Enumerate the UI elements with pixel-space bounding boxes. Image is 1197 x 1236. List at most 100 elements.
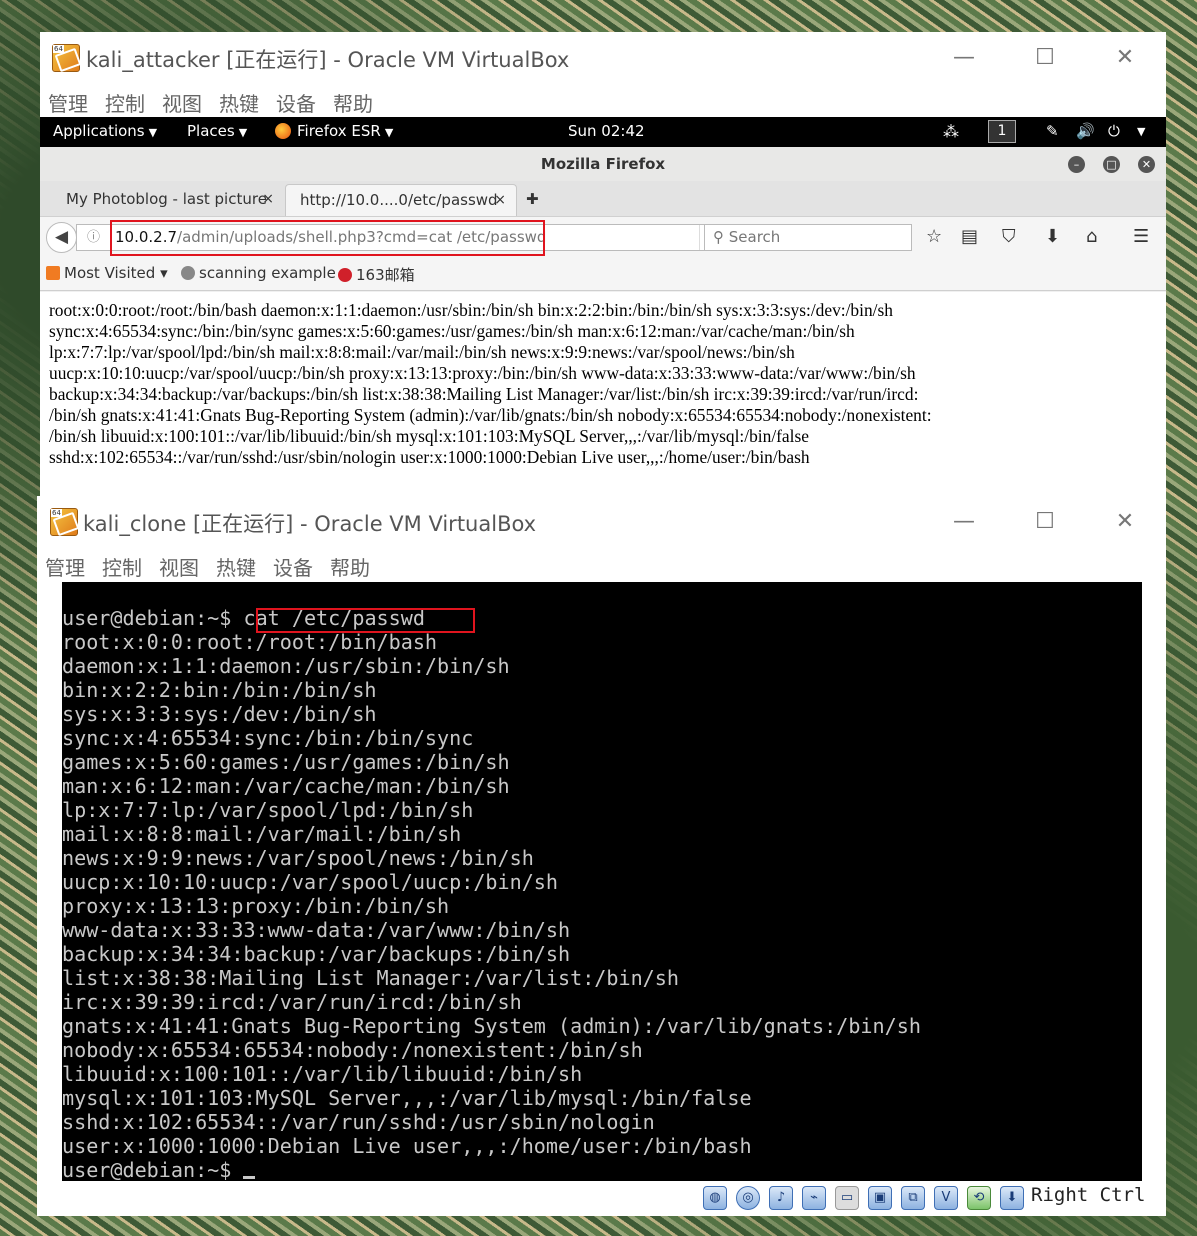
terminal-output-line: bin:x:2:2:bin:/bin:/bin/sh <box>62 678 377 702</box>
recording-icon[interactable]: V <box>934 1186 958 1210</box>
terminal-command-line: user@debian:~$ cat /etc/passwd <box>62 606 1142 630</box>
hamburger-menu-icon[interactable]: ☰ <box>1133 226 1149 247</box>
content-line: uucp:x:10:10:uucp:/var/spool/uucp:/bin/s… <box>49 363 916 383</box>
minimize-button[interactable]: — <box>948 506 980 538</box>
pen-icon[interactable]: ✎ <box>1046 122 1059 140</box>
bookmark-scanning-example[interactable]: scanning example <box>181 264 336 282</box>
menu-help[interactable]: 帮助 <box>333 88 373 117</box>
workspace-icon[interactable]: ⁂ <box>943 122 959 141</box>
terminal-output-line: man:x:6:12:man:/var/cache/man:/bin/sh <box>62 774 510 798</box>
terminal-output-line: lp:x:7:7:lp:/var/spool/lpd:/bin/sh <box>62 798 474 822</box>
kali-top-panel: Applications ▼ Places ▼ Firefox ESR ▼ Sun 0… <box>40 117 1166 147</box>
menu-devices[interactable]: 设备 <box>276 88 316 117</box>
attacker-vm-titlebar[interactable]: 64 kali_attacker [正在运行] - Oracle VM Virt… <box>40 32 1166 84</box>
menu-hotkeys[interactable]: 热键 <box>219 88 259 117</box>
terminal-output-line: sync:x:4:65534:sync:/bin:/bin/sync <box>62 726 474 750</box>
usb-icon[interactable]: ⌁ <box>802 1186 826 1210</box>
home-icon[interactable]: ⌂ <box>1086 226 1097 247</box>
terminal-output-line: daemon:x:1:1:daemon:/usr/sbin:/bin/sh <box>62 654 510 678</box>
terminal-output: root:x:0:0:root:/root:/bin/bash daemon:x:… <box>62 630 1142 1158</box>
clone-vm-titlebar[interactable]: 64 kali_clone [正在运行] - Oracle VM Virtual… <box>37 496 1166 548</box>
folder-icon <box>46 266 60 280</box>
cpu-icon[interactable]: ⟲ <box>967 1186 991 1210</box>
firefox-minimize-button[interactable]: – <box>1068 156 1085 173</box>
terminal-output-line: sys:x:3:3:sys:/dev:/bin/sh <box>62 702 377 726</box>
attacker-vm-window: 64 kali_attacker [正在运行] - Oracle VM Virt… <box>40 32 1166 496</box>
tab-label: http://10.0....0/etc/passwd <box>300 191 498 209</box>
firefox-maximize-button[interactable]: □ <box>1103 156 1120 173</box>
terminal-output-line: www-data:x:33:33:www-data:/var/www:/bin/… <box>62 918 571 942</box>
bookmark-label: scanning example <box>199 264 336 282</box>
menu-manage[interactable]: 管理 <box>45 552 85 581</box>
host-key-label: Right Ctrl <box>1031 1184 1146 1206</box>
chevron-down-icon: ▼ <box>148 126 158 139</box>
firefox-window: Mozilla Firefox – □ ✕ My Photoblog - las… <box>40 147 1166 496</box>
places-menu[interactable]: Places ▼ <box>187 122 247 140</box>
content-line: root:x:0:0:root:/root:/bin/bash daemon:x… <box>49 300 893 320</box>
maximize-button[interactable]: ☐ <box>1029 42 1061 74</box>
maximize-button[interactable]: ☐ <box>1029 506 1061 538</box>
menu-view[interactable]: 视图 <box>162 88 202 117</box>
chevron-down-icon[interactable]: ▼ <box>1137 125 1145 138</box>
display-icon[interactable]: ▣ <box>868 1186 892 1210</box>
search-placeholder: Search <box>728 228 781 246</box>
firefox-app-menu[interactable]: Firefox ESR ▼ <box>275 122 393 140</box>
mouse-integration-icon[interactable]: ⬇ <box>1000 1186 1024 1210</box>
volume-icon[interactable]: 🔊 <box>1076 122 1095 140</box>
clock[interactable]: Sun 02:42 <box>568 122 645 140</box>
terminal-output-line: nobody:x:65534:65534:nobody:/nonexistent… <box>62 1038 643 1062</box>
bookmarks-toolbar: Most Visited ▾ scanning example 163邮箱 <box>40 256 1166 291</box>
close-tab-icon[interactable]: × <box>262 184 274 214</box>
menu-view[interactable]: 视图 <box>159 552 199 581</box>
new-tab-button[interactable]: ✚ <box>516 184 546 216</box>
minimize-button[interactable]: — <box>948 42 980 74</box>
info-icon[interactable]: ⓘ <box>87 225 100 250</box>
close-tab-icon[interactable]: × <box>494 185 506 215</box>
workspace-indicator[interactable]: 1 <box>988 120 1016 143</box>
command-highlight-box <box>256 608 475 633</box>
back-arrow-icon: ◀ <box>54 227 69 247</box>
back-button[interactable]: ◀ <box>46 222 77 253</box>
window-title: kali_attacker [正在运行] - Oracle VM Virtual… <box>86 48 570 72</box>
menu-hotkeys[interactable]: 热键 <box>216 552 256 581</box>
places-label: Places <box>187 122 235 140</box>
shared-folders-icon[interactable]: ▭ <box>835 1186 859 1210</box>
terminal-prompt: user@debian:~$ <box>62 606 244 630</box>
menu-control[interactable]: 控制 <box>102 552 142 581</box>
menu-help[interactable]: 帮助 <box>330 552 370 581</box>
url-highlight-box <box>110 220 545 256</box>
tab-label: My Photoblog - last picture <box>66 190 267 208</box>
bookmark-star-icon[interactable]: ☆ <box>926 226 942 247</box>
terminal-output-line: irc:x:39:39:ircd:/var/run/ircd:/bin/sh <box>62 990 522 1014</box>
audio-icon[interactable]: ♪ <box>769 1186 793 1210</box>
applications-menu[interactable]: Applications ▼ <box>53 122 157 140</box>
menu-manage[interactable]: 管理 <box>48 88 88 117</box>
pocket-icon[interactable]: ⛉ <box>1002 226 1016 247</box>
bookmark-most-visited[interactable]: Most Visited ▾ <box>46 264 168 282</box>
page-content: root:x:0:0:root:/root:/bin/bash daemon:x… <box>40 292 1166 496</box>
tab-passwd[interactable]: http://10.0....0/etc/passwd × <box>285 184 517 216</box>
bookmark-label: Most Visited ▾ <box>64 264 168 282</box>
terminal-console[interactable]: user@debian:~$ cat /etc/passwd root:x:0:… <box>62 582 1142 1182</box>
firefox-close-button[interactable]: ✕ <box>1138 156 1155 173</box>
terminal-output-line: user:x:1000:1000:Debian Live user,,,:/ho… <box>62 1134 752 1158</box>
optical-drive-icon[interactable]: ◎ <box>736 1186 760 1210</box>
download-icon[interactable]: ⬇ <box>1045 226 1060 247</box>
hard-disk-icon[interactable]: ◍ <box>703 1186 727 1210</box>
vbox-status-bar: ◍ ◎ ♪ ⌁ ▭ ▣ ⧉ V ⟲ ⬇ Right Ctrl <box>37 1181 1166 1216</box>
network-icon[interactable]: ⧉ <box>901 1186 925 1210</box>
close-button[interactable]: ✕ <box>1109 42 1141 74</box>
firefox-titlebar[interactable]: Mozilla Firefox <box>40 147 1166 181</box>
close-button[interactable]: ✕ <box>1109 506 1141 538</box>
tab-photoblog[interactable]: My Photoblog - last picture × <box>52 184 284 216</box>
menu-control[interactable]: 控制 <box>105 88 145 117</box>
clone-vm-window: 64 kali_clone [正在运行] - Oracle VM Virtual… <box>37 496 1166 1216</box>
globe-icon <box>181 266 195 280</box>
content-line: backup:x:34:34:backup:/var/backups:/bin/… <box>49 384 919 404</box>
search-input[interactable]: ⚲ Search <box>704 224 912 251</box>
terminal-output-line: uucp:x:10:10:uucp:/var/spool/uucp:/bin/s… <box>62 870 558 894</box>
power-icon[interactable]: ⏻ <box>1108 122 1120 140</box>
menu-devices[interactable]: 设备 <box>273 552 313 581</box>
reading-list-icon[interactable]: ▤ <box>961 226 978 247</box>
bookmark-163-mail[interactable]: 163邮箱 <box>338 264 415 285</box>
